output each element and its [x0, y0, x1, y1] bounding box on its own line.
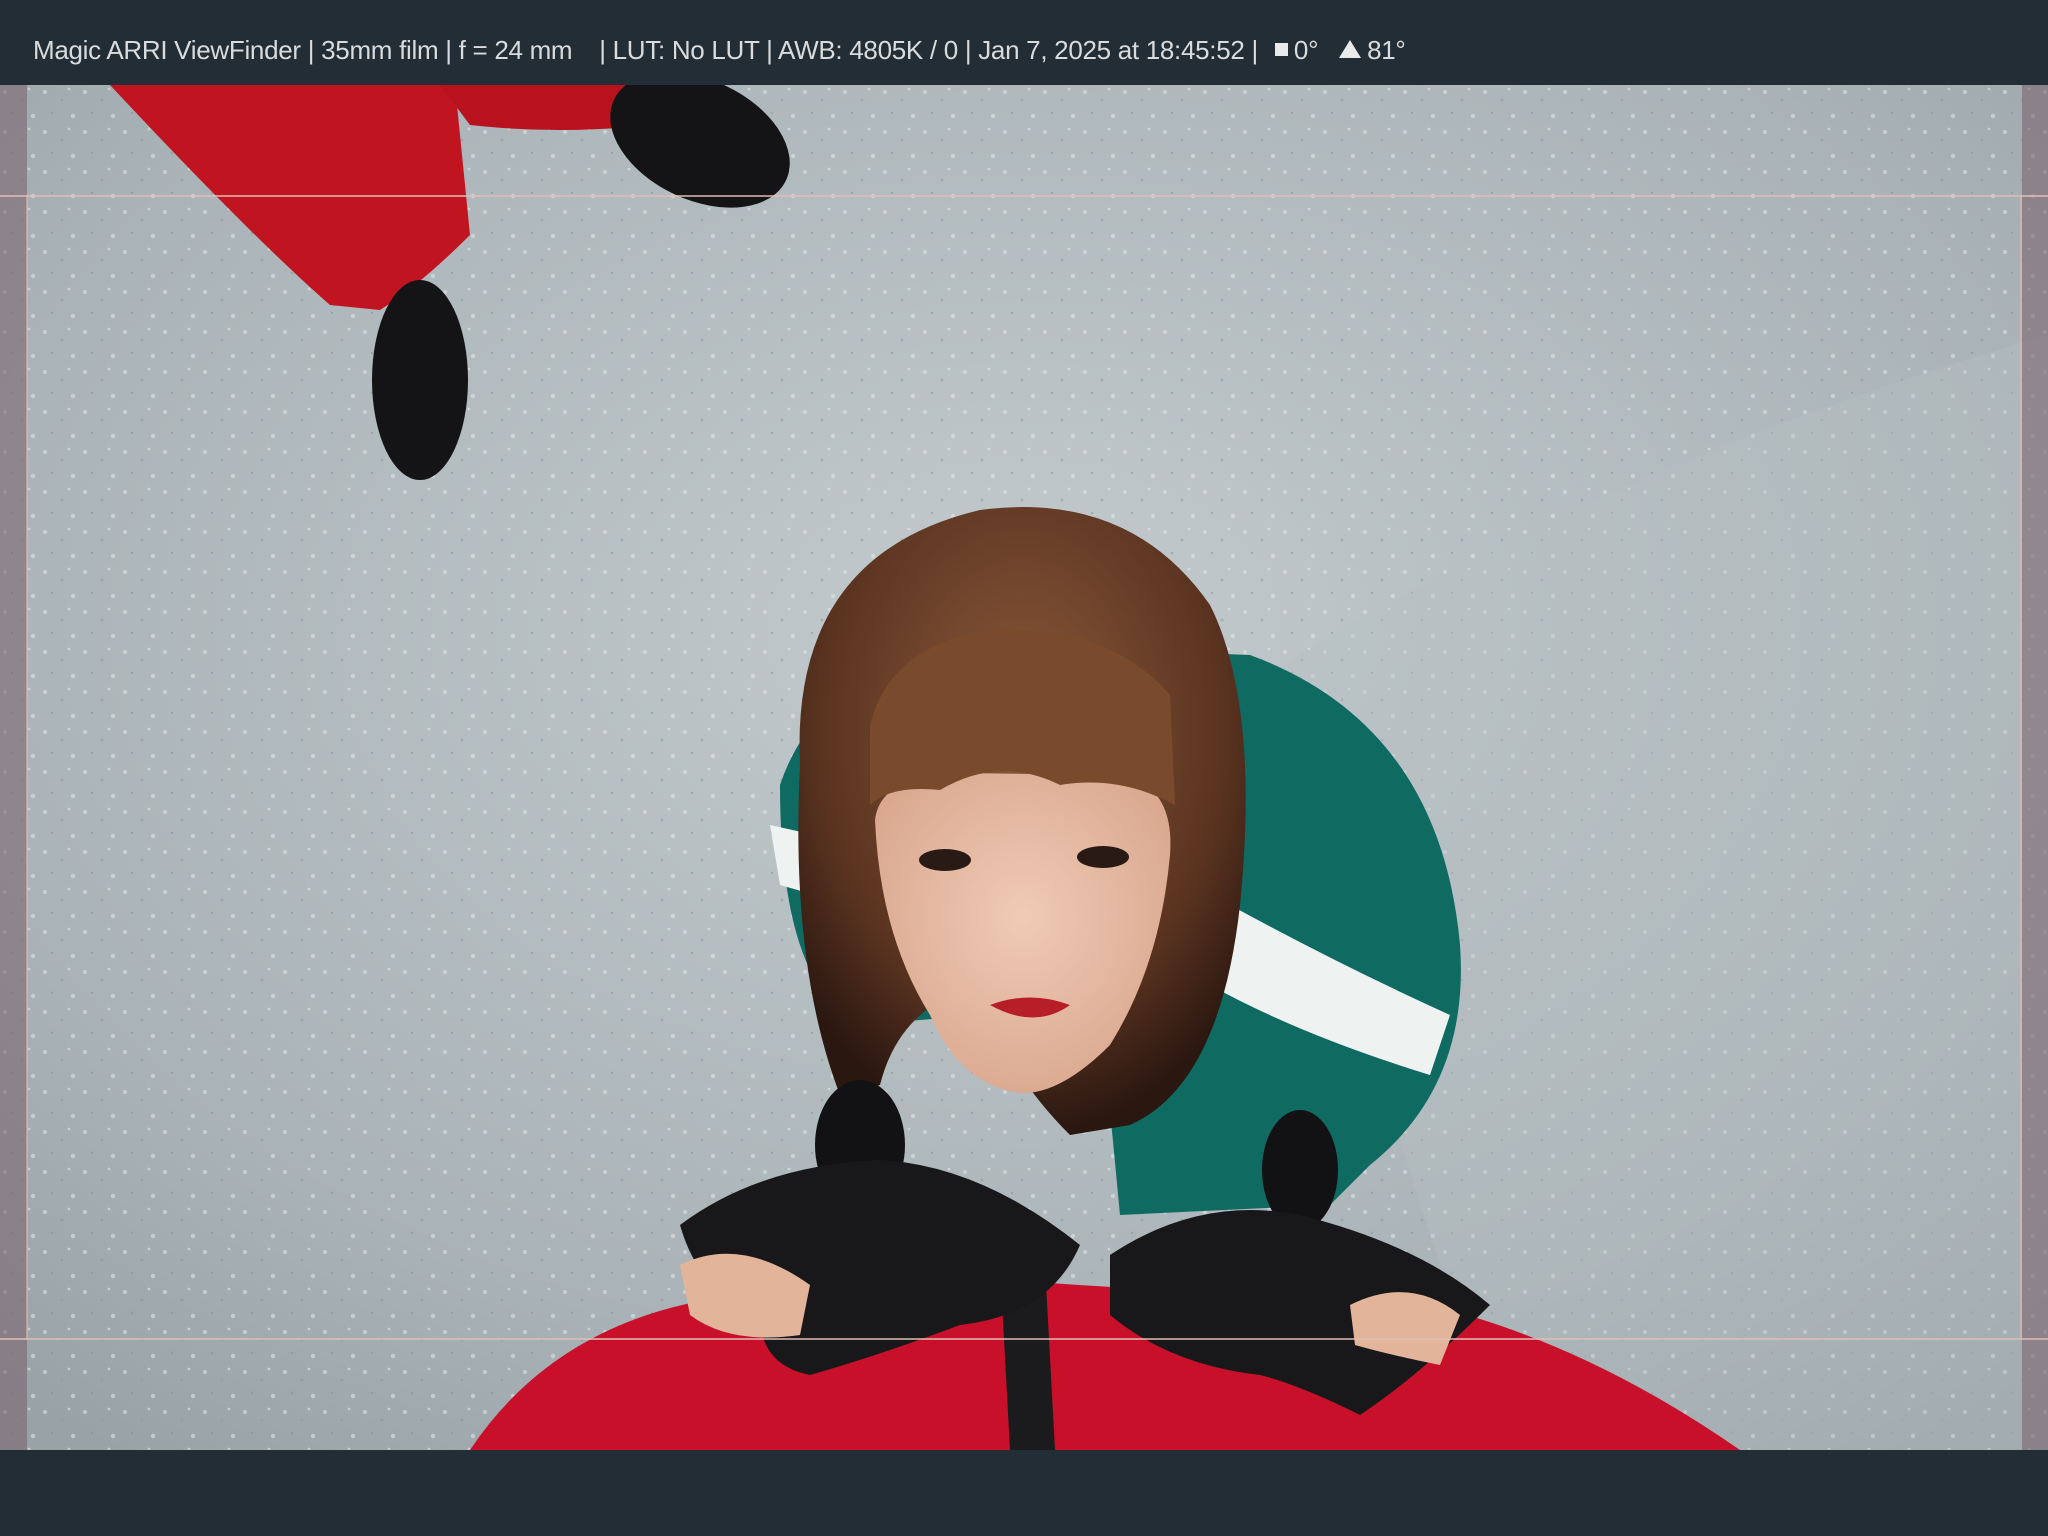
app-name: Magic ARRI ViewFinder [33, 35, 301, 65]
awb-readout: AWB: 4805K / 0 [778, 35, 958, 65]
frame-guide-top [0, 195, 2048, 197]
square-icon [1274, 43, 1288, 56]
timestamp: Jan 7, 2025 at 18:45:52 [978, 35, 1245, 65]
film-format: 35mm film [321, 35, 439, 65]
frame-mask-right [2022, 85, 2048, 1450]
viewfinder-app: Magic ARRI ViewFinder | 35mm film | f = … [0, 0, 2048, 1536]
tilt-readout: 81° [1367, 35, 1406, 65]
separator: | [964, 35, 972, 65]
lut-readout: LUT: No LUT [612, 35, 760, 65]
frame-guide-bottom [0, 1338, 2048, 1340]
separator: | [445, 35, 452, 65]
status-bar-text: Magic ARRI ViewFinder | 35mm film | f = … [33, 32, 1406, 68]
viewfinder-image [0, 85, 2048, 1450]
roll-readout: 0° [1293, 35, 1319, 65]
separator: | [1251, 35, 1259, 65]
frame-mask-left [0, 85, 27, 1450]
separator: | [599, 35, 606, 65]
frame-guide-right [2020, 195, 2022, 1340]
separator: | [307, 35, 315, 65]
frame-guide-left [26, 195, 28, 1340]
separator: | [766, 35, 773, 65]
bottom-bar [0, 1450, 2048, 1536]
focal-length: f = 24 mm [458, 35, 573, 65]
triangle-icon [1339, 40, 1362, 58]
status-bar: Magic ARRI ViewFinder | 35mm film | f = … [0, 0, 2048, 85]
